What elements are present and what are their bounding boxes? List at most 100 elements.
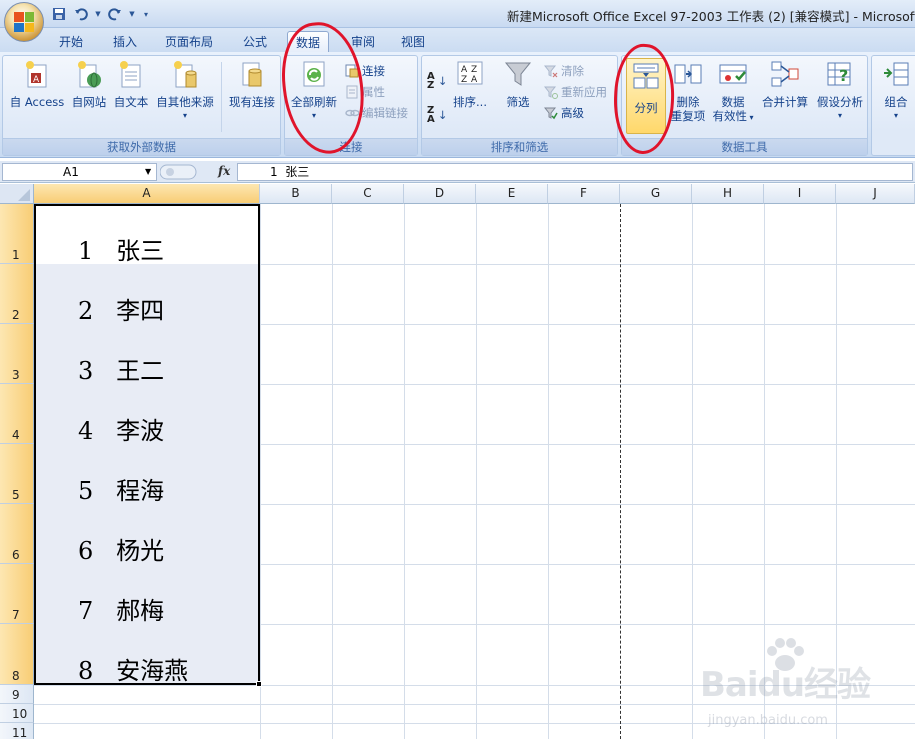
row-header-8[interactable]: 8 — [0, 624, 34, 685]
row-header-5[interactable]: 5 — [0, 444, 34, 504]
data-validation-button[interactable]: 数据 有效性 ▾ — [710, 59, 756, 125]
tab-formulas[interactable]: 公式 — [234, 31, 276, 52]
cell-a2[interactable]: 2 李四 — [78, 291, 164, 326]
remove-duplicates-button[interactable]: 删除 重复项 — [668, 59, 708, 123]
group-data-tools: 分列 删除 重复项 数据 有效性 ▾ 合并计算 ? 假设分析 ▾ 数据工具 — [621, 55, 868, 156]
properties-button[interactable]: 属性 — [345, 83, 385, 101]
from-access-button[interactable]: A 自 Access — [7, 59, 67, 109]
chevron-down-icon: ▾ — [182, 111, 187, 120]
column-header-f[interactable]: F — [548, 184, 620, 204]
name-box[interactable]: A1 — [2, 163, 157, 181]
from-web-button[interactable]: 自网站 — [69, 59, 109, 109]
undo-dropdown-icon[interactable]: ▼ — [94, 6, 102, 22]
consolidate-button[interactable]: 合并计算 — [758, 59, 812, 109]
what-if-analysis-button[interactable]: ? 假设分析 ▾ — [814, 59, 866, 123]
insert-function-icon[interactable]: fx — [218, 164, 230, 178]
filter-button[interactable]: 筛选 — [498, 59, 538, 109]
column-header-e[interactable]: E — [476, 184, 548, 204]
cell-a1[interactable]: 1 张三 — [78, 231, 164, 266]
what-if-icon: ? — [825, 59, 855, 89]
cell-a8[interactable]: 8 安海燕 — [78, 651, 188, 686]
column-header-b[interactable]: B — [260, 184, 332, 204]
cell-a3[interactable]: 3 王二 — [78, 351, 164, 386]
sort-az-icon: AZ — [427, 71, 435, 91]
redo-dropdown-icon[interactable]: ▼ — [128, 6, 136, 22]
from-text-button[interactable]: 自文本 — [111, 59, 151, 109]
gridline — [692, 204, 693, 739]
undo-icon[interactable] — [72, 6, 90, 22]
column-header-h[interactable]: H — [692, 184, 764, 204]
cell-a6[interactable]: 6 杨光 — [78, 531, 164, 566]
group-button[interactable]: 组合 ▾ — [876, 59, 915, 123]
sort-button[interactable]: AZZA 排序... — [450, 59, 490, 109]
group-rows-icon — [881, 59, 911, 89]
tab-review[interactable]: 审阅 — [342, 31, 384, 52]
row-header-1[interactable]: 1 — [0, 204, 34, 264]
funnel-icon — [503, 59, 533, 89]
name-box-dropdown-icon[interactable]: ▼ — [145, 167, 151, 176]
redo-icon[interactable] — [106, 6, 124, 22]
tab-view[interactable]: 视图 — [392, 31, 434, 52]
clear-filter-button[interactable]: 清除 — [543, 62, 584, 80]
svg-text:A: A — [33, 75, 40, 85]
refresh-all-button[interactable]: 全部刷新 ▾ — [287, 59, 341, 123]
group-connections: 全部刷新 ▾ 连接 属性 编辑链接 连接 — [284, 55, 418, 156]
row-header-2[interactable]: 2 — [0, 264, 34, 324]
sort-ascending-button[interactable]: A Z ↓ — [427, 71, 447, 91]
chevron-down-icon: ▾ — [893, 111, 898, 120]
group-label-connections: 连接 — [285, 138, 417, 155]
chevron-down-icon: ▾ — [311, 111, 316, 120]
column-header-i[interactable]: I — [764, 184, 836, 204]
sort-descending-button[interactable]: Z A ↓ — [427, 105, 447, 125]
column-header-c[interactable]: C — [332, 184, 404, 204]
office-button[interactable] — [4, 2, 44, 42]
watermark-sub-text: jingyan.baidu.com — [708, 713, 828, 728]
select-all-corner[interactable] — [0, 184, 34, 204]
group-label-data-tools: 数据工具 — [622, 138, 867, 155]
window-title: 新建Microsoft Office Excel 97-2003 工作表 (2)… — [507, 9, 915, 24]
text-to-columns-button[interactable]: 分列 — [626, 58, 666, 134]
customize-qat-icon[interactable]: ▾ — [140, 6, 152, 22]
cell-a4[interactable]: 4 李波 — [78, 411, 164, 446]
row-header-6[interactable]: 6 — [0, 504, 34, 564]
sort-za-icon: ZA — [427, 105, 435, 125]
cell-a7[interactable]: 7 郝梅 — [78, 591, 164, 626]
advanced-filter-button[interactable]: 高级 — [543, 104, 584, 122]
row-header-3[interactable]: 3 — [0, 324, 34, 384]
advanced-filter-icon — [543, 106, 558, 120]
gridline — [332, 204, 333, 739]
column-header-a[interactable]: A — [34, 184, 260, 204]
from-other-sources-button[interactable]: 自其他来源 ▾ — [153, 59, 217, 123]
formula-input[interactable]: 1 张三 — [237, 163, 913, 181]
row-header-4[interactable]: 4 — [0, 384, 34, 444]
group-sort-filter: A Z ↓ Z A ↓ AZZA 排序... 筛选 清除 重新应用 高级 排序和… — [421, 55, 618, 156]
cell-a5[interactable]: 5 程海 — [78, 471, 164, 506]
column-header-j[interactable]: J — [836, 184, 915, 204]
connections-button[interactable]: 连接 — [345, 62, 385, 80]
tab-insert[interactable]: 插入 — [104, 31, 146, 52]
reapply-button[interactable]: 重新应用 — [543, 83, 607, 101]
row-header-9[interactable]: 9 — [0, 685, 34, 704]
group-external-data: A 自 Access 自网站 自文本 自其他来源 ▾ 现有连接 获取外部数据 — [2, 55, 281, 156]
title-bar: ▼ ▼ ▾ 新建Microsoft Office Excel 97-2003 工… — [0, 0, 915, 42]
row-header-11[interactable]: 11 — [0, 723, 34, 739]
row-header-7[interactable]: 7 — [0, 564, 34, 624]
save-icon[interactable] — [50, 6, 68, 22]
properties-icon — [345, 85, 359, 99]
column-header-g[interactable]: G — [620, 184, 692, 204]
row-header-10[interactable]: 10 — [0, 704, 34, 723]
tab-page-layout[interactable]: 页面布局 — [158, 31, 220, 52]
svg-text:A: A — [461, 65, 468, 75]
separator — [221, 62, 222, 132]
refresh-icon — [299, 59, 329, 89]
ribbon: A 自 Access 自网站 自文本 自其他来源 ▾ 现有连接 获取外部数据 全… — [0, 18, 915, 158]
edit-links-button[interactable]: 编辑链接 — [345, 104, 408, 122]
chevron-down-icon: ▾ — [746, 113, 754, 122]
existing-connections-button[interactable]: 现有连接 — [225, 59, 279, 109]
baidu-jingyan-watermark: Baidu经验 jingyan.baidu.com — [700, 635, 910, 735]
column-header-d[interactable]: D — [404, 184, 476, 204]
tab-home[interactable]: 开始 — [50, 31, 92, 52]
formula-bar: A1 ▼ fx 1 张三 — [0, 161, 915, 183]
fill-handle[interactable] — [256, 681, 262, 687]
tab-data[interactable]: 数据 — [287, 31, 329, 52]
